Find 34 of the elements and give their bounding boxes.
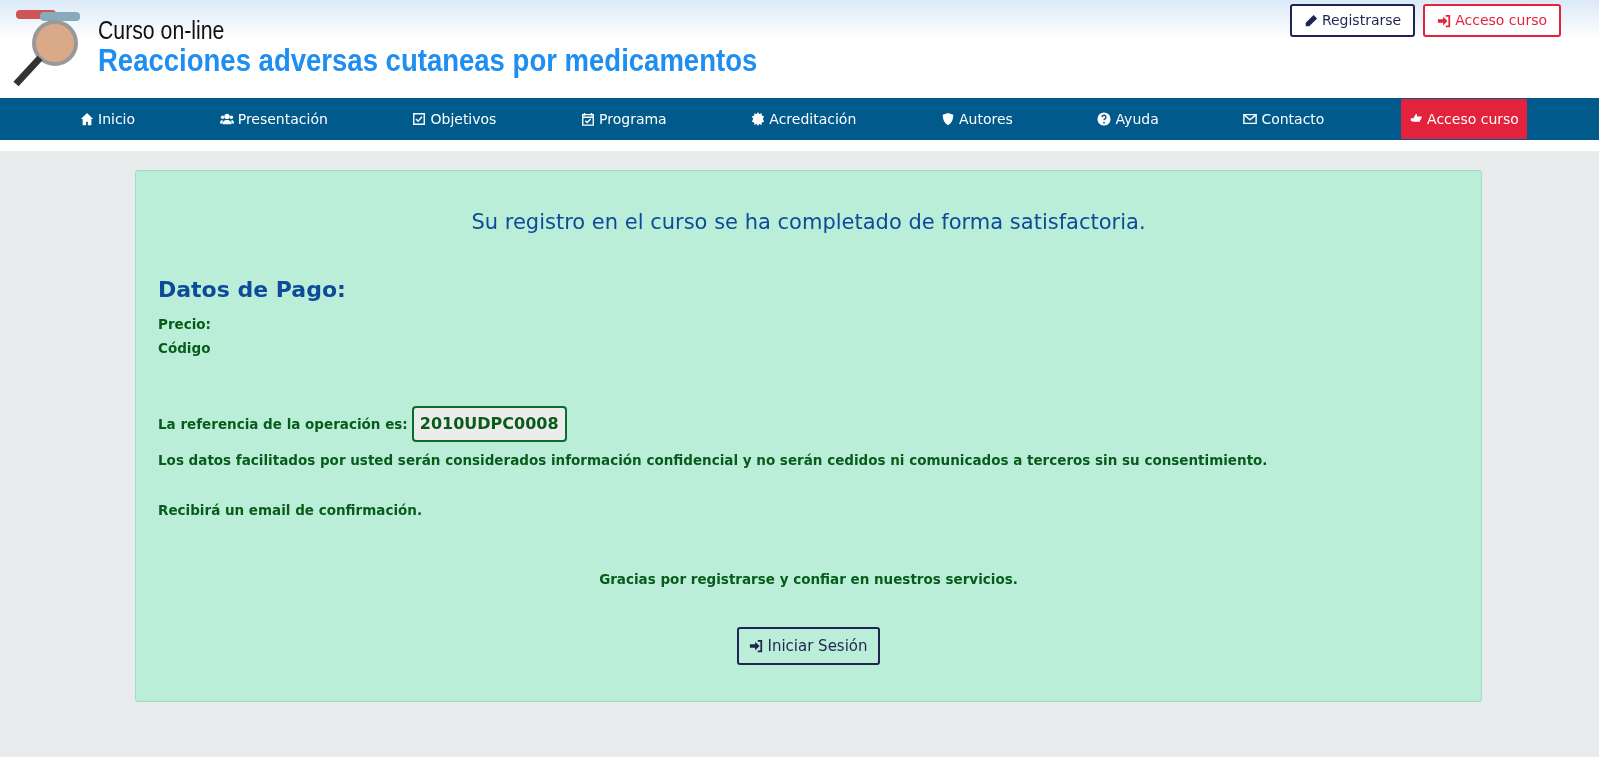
- reference-label: La referencia de la operación es:: [158, 414, 408, 434]
- reference-code: 2010UDPC0008: [411, 406, 567, 442]
- certificate-icon: [751, 112, 766, 126]
- nav-link[interactable]: Contacto: [1235, 99, 1333, 139]
- home-icon: [80, 112, 94, 126]
- success-message: Su registro en el curso se ha completado de forma satisfactoria.: [470, 209, 1147, 236]
- course-title: Reacciones adversas cutaneas por medicamentos: [98, 42, 758, 79]
- register-button[interactable]: Registrarse: [1289, 4, 1416, 37]
- envelope-icon: [1243, 112, 1258, 126]
- login-button[interactable]: Iniciar Sesión: [737, 626, 880, 666]
- nav-link[interactable]: Acreditación: [743, 99, 865, 139]
- calendar-check-icon: [581, 112, 596, 126]
- shield-icon: [940, 112, 955, 126]
- pencil-icon: [1303, 13, 1318, 28]
- nav-link[interactable]: Inicio: [72, 99, 144, 139]
- payment-field-label: Precio:: [158, 314, 212, 334]
- nav-link[interactable]: Objetivos: [404, 99, 505, 139]
- nav-link[interactable]: Ayuda: [1089, 99, 1167, 139]
- sign-in-icon: [749, 639, 764, 653]
- checkbox-icon: [412, 112, 427, 126]
- privacy-notice: Los datos facilitados por usted serán considerados información confidencial y no serán cedidos ni comunicados a terceros sin su consentimiento.: [158, 451, 1269, 470]
- nav-link[interactable]: Programa: [573, 99, 675, 139]
- course-subtitle: Curso on-line: [98, 17, 226, 43]
- nav-link[interactable]: Acceso curso: [1401, 99, 1527, 139]
- question-circle-icon: [1097, 112, 1112, 126]
- nav-link[interactable]: Autores: [932, 99, 1021, 139]
- payment-field-label: Código: [158, 338, 212, 358]
- nav-link[interactable]: Presentación: [211, 99, 336, 139]
- course-access-button[interactable]: Acceso curso: [1423, 4, 1561, 37]
- users-icon: [219, 112, 234, 126]
- sign-in-icon: [1437, 13, 1452, 28]
- thanks-message: Gracias por registrarse y confiar en nuestros servicios.: [598, 569, 1019, 589]
- payment-heading: Datos de Pago:: [158, 275, 347, 304]
- email-note: Recibirá un email de confirmación.: [158, 501, 424, 521]
